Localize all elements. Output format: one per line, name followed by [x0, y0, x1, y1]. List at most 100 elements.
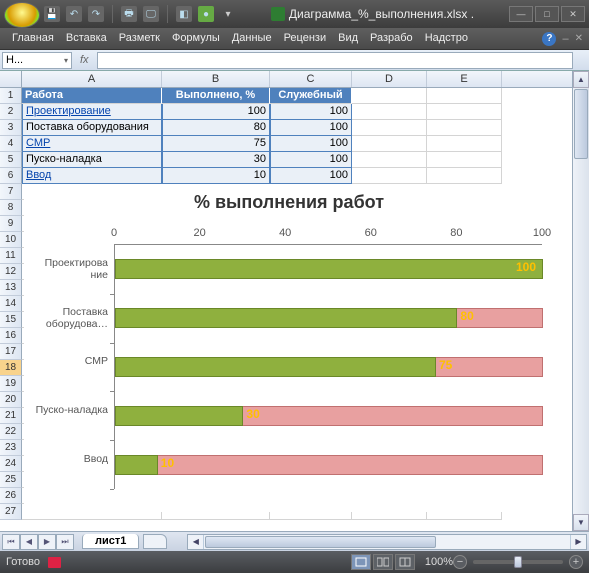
cell[interactable]: 100 [270, 104, 352, 120]
cell[interactable]: 100 [270, 120, 352, 136]
cell[interactable] [427, 104, 502, 120]
cell[interactable] [352, 120, 427, 136]
row-header[interactable]: 16 [0, 328, 22, 344]
row-header[interactable]: 1 [0, 88, 22, 104]
row-header[interactable]: 4 [0, 136, 22, 152]
fx-label[interactable]: fx [80, 54, 89, 66]
cell[interactable]: 75 [162, 136, 270, 152]
row-header[interactable]: 8 [0, 200, 22, 216]
close-button[interactable]: ✕ [561, 6, 585, 22]
row-header[interactable]: 21 [0, 408, 22, 424]
row-header[interactable]: 7 [0, 184, 22, 200]
row-header[interactable]: 12 [0, 264, 22, 280]
macro-record-icon[interactable] [48, 557, 61, 568]
row-header[interactable]: 2 [0, 104, 22, 120]
scroll-up-icon[interactable]: ▲ [573, 71, 589, 88]
undo-icon[interactable]: ↶ [66, 6, 82, 22]
view-page-layout-icon[interactable] [373, 554, 393, 570]
cell[interactable]: 10 [162, 168, 270, 184]
formula-input[interactable] [97, 52, 573, 69]
redo-icon[interactable]: ↷ [88, 6, 104, 22]
row-header[interactable]: 27 [0, 504, 22, 520]
cell[interactable]: Ввод [22, 168, 162, 184]
qat-more-icon[interactable]: ▾ [220, 6, 236, 22]
row-header[interactable]: 20 [0, 392, 22, 408]
row-header[interactable]: 6 [0, 168, 22, 184]
scroll-thumb[interactable] [574, 89, 588, 159]
row-header[interactable]: 5 [0, 152, 22, 168]
tab-home[interactable]: Главная [6, 28, 60, 49]
cell[interactable]: Поставка оборудования [22, 120, 162, 136]
cell[interactable]: Работа [22, 88, 162, 104]
zoom-level[interactable]: 100% [425, 556, 453, 568]
cell[interactable] [427, 88, 502, 104]
cell[interactable] [427, 168, 502, 184]
row-header[interactable]: 15 [0, 312, 22, 328]
cell[interactable]: Пуско-наладка [22, 152, 162, 168]
tab-nav-last-icon[interactable]: ⏭ [56, 534, 74, 550]
cell[interactable] [352, 88, 427, 104]
minimize-button[interactable]: — [509, 6, 533, 22]
row-header[interactable]: 24 [0, 456, 22, 472]
row-header[interactable]: 10 [0, 232, 22, 248]
ribbon-close-icon[interactable]: ✕ [575, 33, 583, 44]
select-all-corner[interactable] [0, 71, 22, 87]
view-normal-icon[interactable] [351, 554, 371, 570]
new-sheet-icon[interactable] [143, 534, 167, 549]
tab-data[interactable]: Данные [226, 28, 278, 49]
office-button[interactable] [4, 2, 40, 28]
col-header[interactable]: D [352, 71, 427, 87]
row-header[interactable]: 14 [0, 296, 22, 312]
row-header[interactable]: 19 [0, 376, 22, 392]
preview-icon[interactable]: 🖵 [143, 6, 159, 22]
row-header[interactable]: 9 [0, 216, 22, 232]
cell[interactable]: Служебный [270, 88, 352, 104]
cell[interactable] [352, 152, 427, 168]
cell[interactable] [352, 104, 427, 120]
col-header[interactable]: B [162, 71, 270, 87]
cell[interactable]: 100 [270, 136, 352, 152]
tab-layout[interactable]: Разметк [113, 28, 166, 49]
cell[interactable] [352, 168, 427, 184]
row-header[interactable]: 18 [0, 360, 22, 376]
horizontal-scrollbar[interactable]: ◀ ▶ [187, 534, 587, 550]
cell[interactable]: 100 [162, 104, 270, 120]
col-header[interactable]: C [270, 71, 352, 87]
cell[interactable] [427, 136, 502, 152]
tab-nav-prev-icon[interactable]: ◀ [20, 534, 38, 550]
cell[interactable]: Выполнено, % [162, 88, 270, 104]
tab-formulas[interactable]: Формулы [166, 28, 226, 49]
cell[interactable]: Проектирование [22, 104, 162, 120]
cell[interactable] [427, 120, 502, 136]
col-header[interactable]: E [427, 71, 502, 87]
cell[interactable]: 100 [270, 168, 352, 184]
print-icon[interactable]: 🖶 [121, 6, 137, 22]
cell[interactable] [352, 136, 427, 152]
row-header[interactable]: 3 [0, 120, 22, 136]
row-header[interactable]: 11 [0, 248, 22, 264]
cell[interactable] [427, 152, 502, 168]
row-header[interactable]: 22 [0, 424, 22, 440]
minimize-ribbon-icon[interactable]: – [562, 33, 568, 45]
zoom-thumb[interactable] [514, 556, 522, 568]
help-icon[interactable]: ? [542, 32, 556, 46]
row-header[interactable]: 13 [0, 280, 22, 296]
sheet-tab[interactable]: лист1 [82, 534, 139, 549]
tab-addins[interactable]: Надстро [419, 28, 474, 49]
qat-icon[interactable]: ◧ [176, 6, 192, 22]
tab-developer[interactable]: Разрабо [364, 28, 419, 49]
scroll-down-icon[interactable]: ▼ [573, 514, 589, 531]
name-box[interactable]: Н... [2, 52, 72, 69]
row-header[interactable]: 25 [0, 472, 22, 488]
scroll-left-icon[interactable]: ◀ [188, 535, 204, 549]
row-header[interactable]: 17 [0, 344, 22, 360]
view-page-break-icon[interactable] [395, 554, 415, 570]
qat-icon[interactable]: ● [198, 6, 214, 22]
cell[interactable]: 30 [162, 152, 270, 168]
tab-nav-next-icon[interactable]: ▶ [38, 534, 56, 550]
col-header[interactable]: A [22, 71, 162, 87]
vertical-scrollbar[interactable]: ▲ ▼ [572, 71, 589, 531]
chart[interactable]: % выполнения работ 020406080100 Проектир… [24, 184, 554, 512]
scroll-thumb[interactable] [205, 536, 436, 548]
cell[interactable]: 80 [162, 120, 270, 136]
